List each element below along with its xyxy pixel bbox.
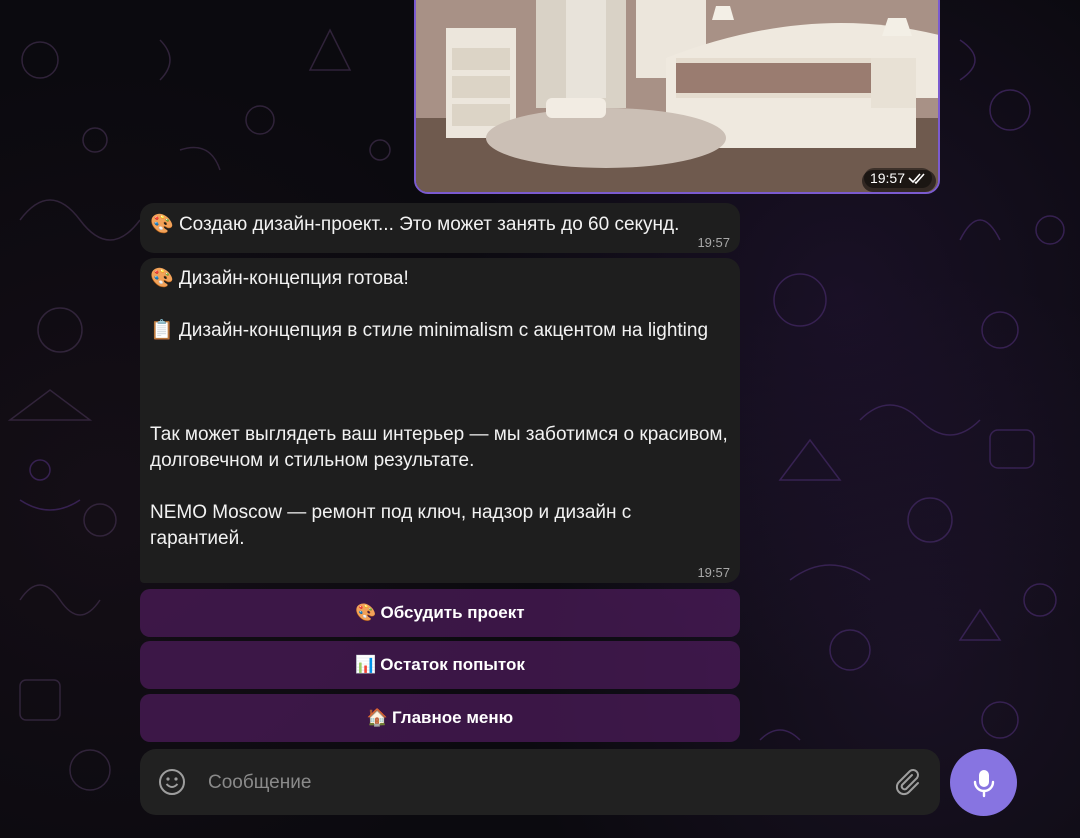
message-input[interactable] xyxy=(206,765,870,801)
bedroom-photo[interactable] xyxy=(416,0,940,194)
discuss-project-button[interactable]: 🎨 Обсудить проект xyxy=(140,589,740,637)
message-line xyxy=(150,370,730,396)
photo-time-badge: 19:57 xyxy=(863,168,932,188)
message-time: 19:57 xyxy=(697,565,730,580)
palette-icon: 🎨 xyxy=(150,213,174,235)
microphone-icon xyxy=(973,769,994,797)
bar-chart-icon: 📊 xyxy=(355,655,377,675)
button-label: Остаток попыток xyxy=(380,655,525,674)
message-line xyxy=(150,396,730,422)
photo-time: 19:57 xyxy=(869,170,905,186)
palette-icon: 🎨 xyxy=(355,603,377,623)
button-label: Обсудить проект xyxy=(380,603,525,622)
photo-message[interactable]: 19:57 xyxy=(414,0,940,194)
message-line: Так может выглядеть ваш интерьер — мы за… xyxy=(150,424,728,471)
message-time: 19:57 xyxy=(697,235,730,250)
message-bubble: 🎨 Дизайн-концепция готова! 📋 Дизайн-конц… xyxy=(140,258,740,583)
message-line: 🎨 Дизайн-концепция готова! xyxy=(150,268,409,289)
message-line: NEMO Moscow — ремонт под ключ, надзор и … xyxy=(150,502,632,549)
house-icon: 🏠 xyxy=(366,708,388,728)
message-line xyxy=(150,474,730,500)
message-text: Создаю дизайн-проект... Это может занять… xyxy=(178,214,680,235)
button-label: Главное меню xyxy=(392,708,514,727)
message-line xyxy=(150,344,730,370)
voice-record-button[interactable] xyxy=(950,749,1017,816)
emoji-icon[interactable] xyxy=(157,767,187,797)
attach-icon[interactable] xyxy=(892,767,922,797)
double-check-icon xyxy=(908,173,925,184)
message-line: 📋 Дизайн-концепция в стиле minimalism с … xyxy=(150,320,709,341)
message-line xyxy=(150,292,730,318)
main-menu-button[interactable]: 🏠 Главное меню xyxy=(140,694,740,742)
message-bubble: 🎨 Создаю дизайн-проект... Это может заня… xyxy=(140,203,740,253)
remaining-attempts-button[interactable]: 📊 Остаток попыток xyxy=(140,641,740,689)
message-composer xyxy=(140,749,940,815)
